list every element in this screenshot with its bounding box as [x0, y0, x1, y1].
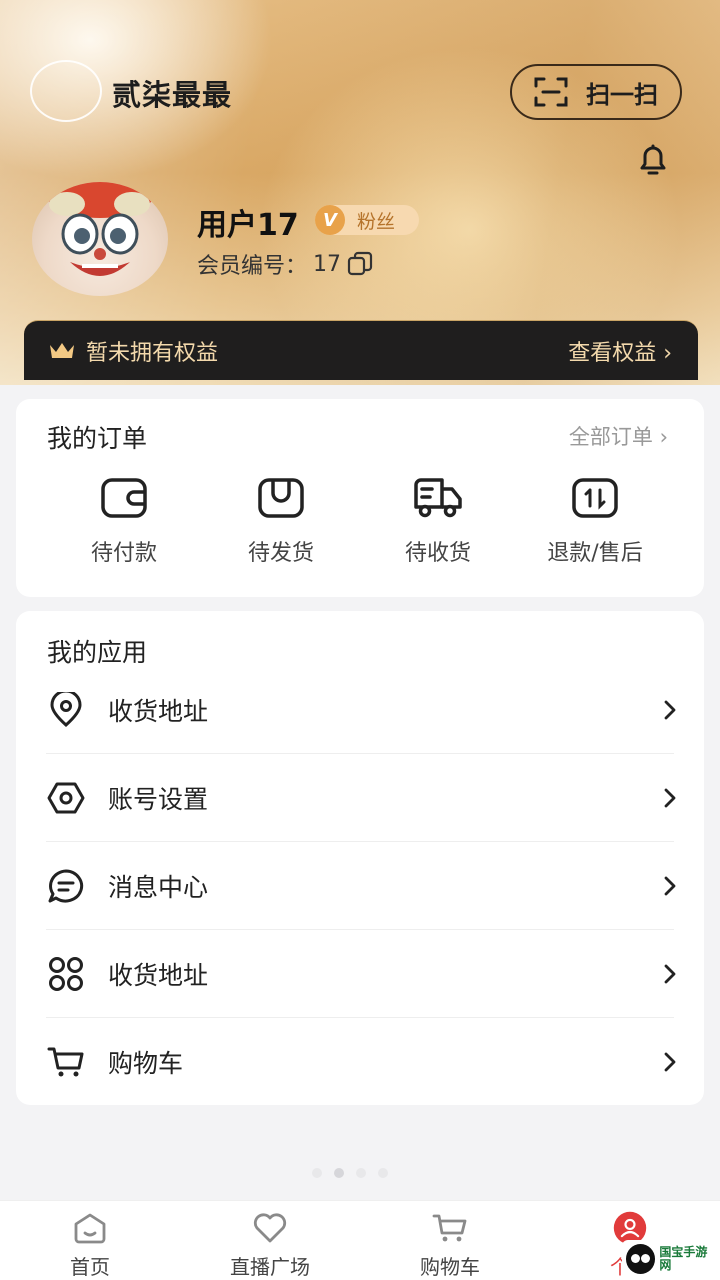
tab-label: 购物车 — [420, 1255, 480, 1279]
scan-label: 扫一扫 — [586, 80, 658, 109]
wallet-icon — [101, 478, 147, 518]
chevron-right-icon — [664, 1052, 676, 1072]
tab-home[interactable]: 首页 — [0, 1201, 180, 1280]
username: 用户17 — [197, 208, 299, 243]
tab-live-square[interactable]: 直播广场 — [180, 1201, 360, 1280]
member-number: 会员编号： 17 — [197, 248, 373, 280]
app-row-label: 账号设置 — [108, 785, 209, 814]
all-orders-link[interactable]: 全部订单 › — [569, 421, 668, 451]
chevron-right-icon — [664, 964, 676, 984]
truck-icon — [414, 478, 462, 518]
avatar[interactable] — [32, 182, 168, 296]
refund-icon — [572, 478, 618, 518]
order-item-label: 待发货 — [247, 541, 314, 566]
page-dot — [378, 1168, 388, 1178]
order-refund-aftersale[interactable]: 退款/售后 — [520, 477, 670, 567]
order-pending-payment[interactable]: 待付款 — [49, 477, 199, 567]
app-row-label: 收货地址 — [108, 697, 209, 726]
order-item-label: 待付款 — [90, 541, 157, 566]
scan-icon — [534, 77, 568, 107]
member-number-value: 17 — [313, 251, 342, 277]
benefit-status: 暂未拥有权益 — [86, 340, 219, 366]
orders-title: 我的订单 — [47, 424, 148, 453]
order-item-label: 退款/售后 — [547, 541, 643, 566]
grid-apps-icon — [49, 957, 83, 991]
tab-label: 首页 — [70, 1255, 110, 1279]
brand-logo — [30, 60, 102, 122]
heart-icon — [253, 1213, 287, 1243]
benefit-bar[interactable]: 暂未拥有权益 查看权益 › — [24, 320, 698, 380]
order-item-label: 待收货 — [404, 541, 471, 566]
chevron-right-icon — [664, 700, 676, 720]
page-dot — [356, 1168, 366, 1178]
settings-hexagon-icon — [47, 782, 85, 814]
chevron-right-icon — [664, 788, 676, 808]
app-row-cart[interactable]: 购物车 — [46, 1018, 676, 1106]
member-number-label: 会员编号： — [197, 254, 308, 279]
watermark-text: 国宝手游网 — [659, 1244, 708, 1272]
bell-icon[interactable] — [636, 142, 670, 178]
app-row-address[interactable]: 收货地址 — [46, 666, 676, 754]
location-pin-icon — [50, 692, 82, 728]
page-dot — [312, 1168, 322, 1178]
app-row-address-2[interactable]: 收货地址 — [46, 930, 676, 1018]
app-row-label: 收货地址 — [108, 961, 209, 990]
app-row-label: 购物车 — [108, 1049, 184, 1078]
message-bubble-icon — [48, 869, 84, 903]
crown-icon — [50, 342, 74, 358]
apps-card: 我的应用 收货地址 账号设置 消息中心 收货地址 购物车 — [16, 611, 704, 1105]
view-benefits-link[interactable]: 查看权益 › — [568, 335, 672, 367]
package-icon — [258, 478, 304, 518]
bottom-tab-bar: 首页 直播广场 购物车 个人 — [0, 1200, 720, 1280]
tab-label: 直播广场 — [230, 1255, 310, 1279]
app-row-label: 消息中心 — [108, 873, 209, 902]
fan-badge: V 粉丝 — [315, 205, 419, 235]
site-watermark: 国宝手游网 — [622, 1240, 718, 1278]
app-row-message-center[interactable]: 消息中心 — [46, 842, 676, 930]
home-icon — [74, 1213, 106, 1244]
page-dot-active — [334, 1168, 344, 1178]
cart-icon — [47, 1047, 84, 1077]
copy-icon[interactable] — [347, 251, 373, 277]
scan-button[interactable]: 扫一扫 — [510, 64, 682, 120]
chevron-right-icon — [664, 876, 676, 896]
tab-cart[interactable]: 购物车 — [360, 1201, 540, 1280]
order-pending-shipment[interactable]: 待发货 — [206, 477, 356, 567]
app-row-account-settings[interactable]: 账号设置 — [46, 754, 676, 842]
v-badge-icon: V — [315, 205, 345, 235]
orders-card: 我的订单 全部订单 › 待付款 待发货 待收货 退款/售后 — [16, 399, 704, 597]
brand-name: 贰柒最最 — [112, 78, 233, 112]
avatar-image — [45, 182, 155, 276]
panda-logo-icon — [626, 1244, 656, 1274]
order-pending-receipt[interactable]: 待收货 — [363, 477, 513, 567]
page-indicator — [312, 1168, 388, 1178]
apps-title: 我的应用 — [47, 638, 148, 667]
fan-badge-label: 粉丝 — [357, 210, 396, 233]
cart-icon — [432, 1214, 467, 1242]
